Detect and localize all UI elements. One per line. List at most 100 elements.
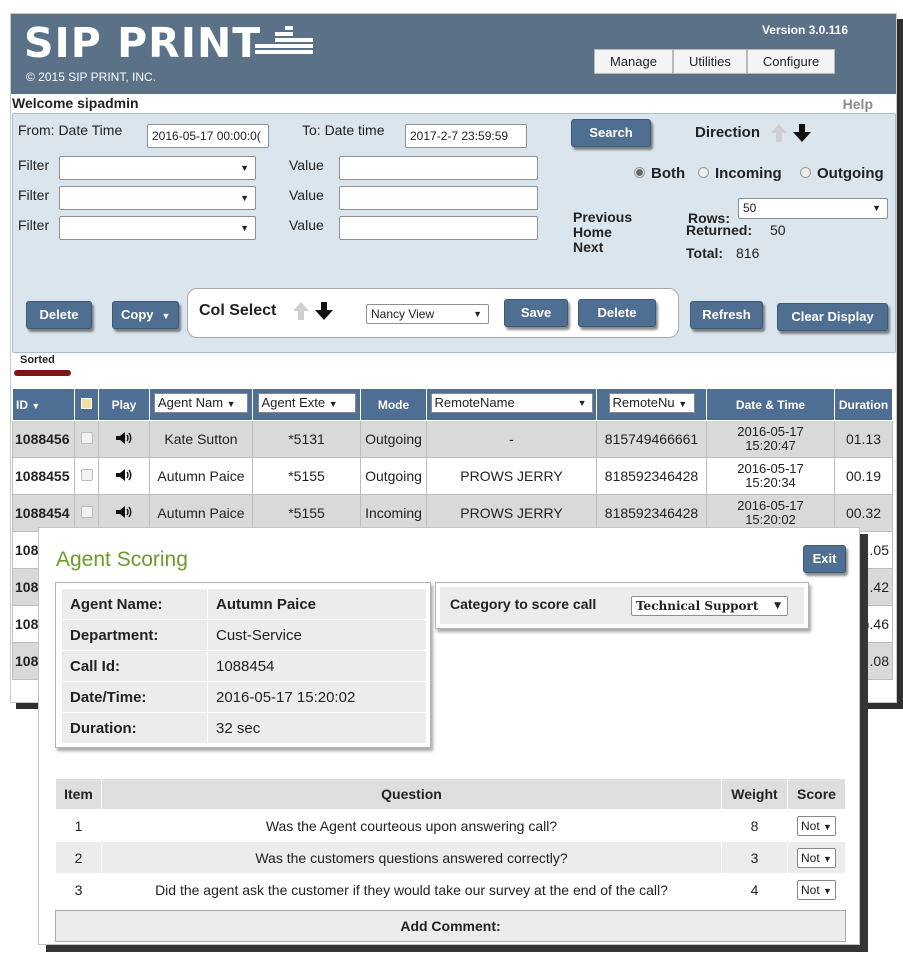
info-key: Agent Name: [61, 588, 208, 620]
cell-agent: Kate Sutton [149, 420, 253, 458]
chevron-down-icon: ▼ [823, 853, 832, 864]
copy-button[interactable]: Copy ▼ [112, 301, 179, 329]
menu-configure[interactable]: Configure [746, 49, 836, 74]
value-input-3[interactable] [339, 216, 538, 240]
row-checkbox[interactable] [74, 420, 99, 458]
info-key: Call Id: [61, 650, 208, 682]
chevron-down-icon: ▼ [823, 885, 832, 896]
filter-select-3[interactable]: ▼ [59, 216, 256, 240]
question-weight: 8 [721, 809, 788, 842]
menu-utilities[interactable]: Utilities [672, 49, 747, 74]
question-item: 1 [55, 809, 102, 842]
table-row[interactable]: 1088455 Autumn Paice *5155 Outgoing PROW… [12, 457, 893, 495]
next-link[interactable]: Next [573, 240, 632, 255]
search-button[interactable]: Search [571, 119, 651, 147]
col-header-agent-ext[interactable]: Agent Exte ▼ [252, 388, 361, 421]
row-checkbox[interactable] [74, 457, 99, 495]
pager-links: Previous Home Next [573, 210, 632, 255]
returned-value: 50 [770, 222, 786, 238]
filter-panel: From: Date Time 2016-05-17 00:00:0( To: … [12, 113, 896, 353]
checkbox-icon[interactable] [81, 397, 92, 409]
value-label-3: Value [289, 217, 324, 233]
app-header: SIP PRINT © 2015 SIP PRINT, INC. Version… [11, 14, 896, 94]
row-checkbox[interactable] [74, 494, 99, 532]
view-select[interactable]: Nancy View ▼ [366, 304, 489, 324]
play-button[interactable] [98, 420, 150, 458]
value-input-2[interactable] [339, 186, 538, 210]
score-select[interactable]: Not ▼ [787, 809, 846, 842]
cell-duration: 00.19 [834, 457, 893, 495]
delete-button[interactable]: Delete [26, 301, 92, 329]
save-view-button[interactable]: Save [504, 299, 568, 327]
home-link[interactable]: Home [573, 225, 632, 240]
play-button[interactable] [98, 494, 150, 532]
value-label-1: Value [289, 157, 324, 173]
radio-both[interactable]: Both [634, 165, 685, 182]
question-text: Did the agent ask the customer if they w… [101, 873, 722, 906]
value-label-2: Value [289, 187, 324, 203]
app-logo: SIP PRINT [24, 19, 262, 67]
direction-arrows-icon[interactable] [771, 122, 815, 144]
speaker-icon[interactable] [115, 468, 133, 482]
radio-icon [698, 167, 709, 178]
question-row: 2 Was the customers questions answered c… [55, 841, 846, 874]
filter-label-2: Filter [18, 187, 50, 203]
value-input-1[interactable] [339, 156, 538, 180]
question-weight: 4 [721, 873, 788, 906]
col-header-remote-num[interactable]: RemoteNu ▼ [596, 388, 707, 421]
info-datetime: 2016-05-17 15:20:02 [207, 681, 427, 713]
sorted-label: Sorted [20, 354, 55, 366]
from-label: From: Date Time [18, 122, 123, 138]
filter-select-1[interactable]: ▼ [59, 156, 256, 180]
add-comment-button[interactable]: Add Comment: [55, 910, 846, 942]
play-button[interactable] [98, 457, 150, 495]
exit-button[interactable]: Exit [803, 545, 846, 573]
info-key: Duration: [61, 712, 208, 744]
from-date-input[interactable]: 2016-05-17 00:00:0( [147, 124, 269, 148]
chevron-down-icon: ▼ [240, 193, 249, 203]
table-row[interactable]: 1088456 Kate Sutton *5131 Outgoing - 815… [12, 420, 893, 458]
cell-mode: Outgoing [360, 457, 427, 495]
chevron-down-icon: ▼ [240, 223, 249, 233]
previous-link[interactable]: Previous [573, 210, 632, 225]
speaker-icon[interactable] [115, 431, 133, 445]
rows-select[interactable]: 50 ▼ [738, 198, 888, 219]
cell-duration: 00.32 [834, 494, 893, 532]
checkbox-icon[interactable] [80, 432, 93, 444]
chevron-down-icon: ▼ [678, 399, 688, 409]
checkbox-icon[interactable] [80, 506, 93, 518]
col-order-arrows-icon[interactable] [293, 300, 337, 322]
call-info-panel: Agent Name: Autumn Paice Department: Cust-… [55, 582, 431, 748]
score-select[interactable]: Not ▼ [787, 841, 846, 874]
col-header-remote-name[interactable]: RemoteName ▼ [426, 388, 597, 421]
menu-manage[interactable]: Manage [594, 49, 673, 74]
help-link[interactable]: Help [843, 96, 873, 112]
refresh-button[interactable]: Refresh [690, 301, 763, 329]
col-header-weight: Weight [721, 778, 788, 810]
checkbox-icon[interactable] [80, 469, 93, 481]
radio-outgoing[interactable]: Outgoing [800, 165, 884, 182]
cell-ext: *5155 [252, 457, 361, 495]
cell-id: 1088456 [12, 420, 75, 458]
question-text: Was the customers questions answered cor… [101, 841, 722, 874]
filter-select-2[interactable]: ▼ [59, 186, 256, 210]
col-header-select-all[interactable] [74, 388, 99, 421]
questions-header-row: Item Question Weight Score [55, 778, 846, 810]
cell-ext: *5131 [252, 420, 361, 458]
col-header-play: Play [98, 388, 150, 421]
radio-selected-icon [634, 167, 645, 178]
col-header-datetime: Date & Time [706, 388, 835, 421]
table-header-row: ID ▼ Play Agent Nam ▼ Agent Exte ▼ Mode … [12, 388, 893, 421]
sort-desc-icon: ▼ [31, 400, 41, 411]
clear-display-button[interactable]: Clear Display [777, 303, 888, 331]
col-header-id[interactable]: ID ▼ [12, 388, 75, 421]
col-header-agent-name[interactable]: Agent Nam ▼ [149, 388, 253, 421]
category-select[interactable]: Technical Support ▼ [631, 596, 788, 616]
radio-incoming[interactable]: Incoming [698, 165, 782, 182]
sorted-indicator [14, 370, 71, 376]
to-date-input[interactable]: 2017-2-7 23:59:59 [405, 124, 527, 148]
score-select[interactable]: Not ▼ [787, 873, 846, 906]
table-row[interactable]: 1088454 Autumn Paice *5155 Incoming PROW… [12, 494, 893, 532]
speaker-icon[interactable] [115, 505, 133, 519]
delete-view-button[interactable]: Delete [578, 299, 656, 327]
